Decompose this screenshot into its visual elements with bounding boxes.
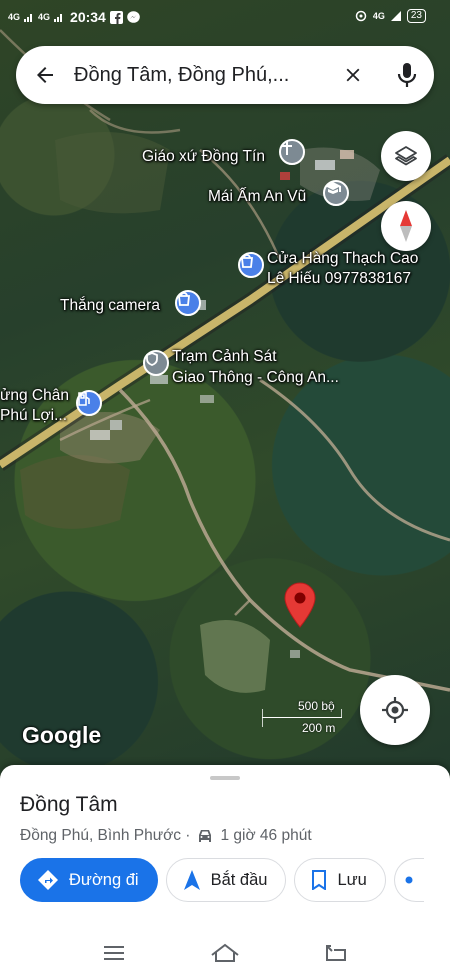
- home-icon[interactable]: [210, 943, 240, 963]
- facebook-icon: [109, 10, 123, 24]
- sheet-drag-handle[interactable]: [210, 776, 240, 780]
- my-location-icon: [382, 697, 408, 723]
- navigation-arrow-icon: [183, 870, 200, 890]
- camera-shop-label[interactable]: Thắng camera: [60, 296, 160, 316]
- place-address: Đồng Phú, Bình Phước ·: [20, 827, 191, 844]
- place-subtitle: Đồng Phú, Bình Phước · 1 giờ 46 phút: [20, 827, 312, 845]
- signal-2-label: 4G: [38, 11, 51, 22]
- directions-label: Đường đi: [69, 870, 139, 889]
- police-poi-icon[interactable]: [143, 350, 169, 376]
- signal-strength-icon: [390, 11, 401, 21]
- start-button[interactable]: Bắt đầu: [165, 858, 287, 902]
- more-actions-chip[interactable]: [393, 858, 424, 902]
- directions-button[interactable]: Đường đi: [20, 858, 158, 902]
- map-view[interactable]: Giáo xứ Đồng Tín Mái Ấm An Vũ Cửa Hàng T…: [0, 0, 450, 775]
- layers-button[interactable]: [381, 131, 431, 181]
- search-bar[interactable]: Đồng Tâm, Đồng Phú,...: [16, 46, 434, 104]
- status-bar: 4G 4G 20:34 4G 23: [0, 0, 450, 34]
- action-chips: Đường đi Bắt đầu Lưu: [20, 858, 424, 902]
- save-label: Lưu: [337, 870, 367, 889]
- system-nav-bar: [0, 930, 450, 975]
- directions-icon: [38, 870, 58, 890]
- church-label[interactable]: Giáo xứ Đồng Tín: [142, 147, 265, 167]
- school-poi-icon[interactable]: [323, 180, 349, 206]
- shop-poi-icon[interactable]: [238, 252, 264, 278]
- mic-icon[interactable]: [380, 46, 434, 104]
- network-label: 4G: [372, 10, 385, 21]
- church-poi-icon[interactable]: [279, 139, 305, 165]
- bookmark-icon: [312, 870, 327, 890]
- google-logo: Google: [22, 722, 102, 748]
- camera-shop-poi-icon[interactable]: [175, 290, 201, 316]
- back-arrow-icon[interactable]: [16, 46, 74, 104]
- signal-2-icon: [54, 14, 63, 22]
- gas-station-poi-icon[interactable]: [76, 390, 102, 416]
- back-icon[interactable]: [325, 944, 347, 962]
- compass-button[interactable]: [381, 201, 431, 251]
- car-icon: [199, 830, 212, 842]
- place-title: Đồng Tâm: [20, 793, 118, 816]
- status-time: 20:34: [70, 9, 106, 25]
- search-query[interactable]: Đồng Tâm, Đồng Phú,...: [74, 64, 326, 87]
- scale-metric-label: 200 m: [302, 721, 336, 735]
- my-location-button[interactable]: [360, 675, 430, 745]
- signal-1-icon: [24, 14, 33, 22]
- place-sheet[interactable]: Đồng Tâm Đồng Phú, Bình Phước · 1 giờ 46…: [0, 765, 450, 975]
- shop-label-line2[interactable]: Lê Hiếu 0977838167: [267, 269, 411, 289]
- gas-station-label-line2[interactable]: Phú Lợi...: [0, 406, 67, 426]
- close-icon[interactable]: [326, 46, 380, 104]
- signal-1-label: 4G: [8, 11, 21, 22]
- messenger-icon: [127, 10, 140, 23]
- battery-level: 23: [406, 9, 426, 23]
- gas-station-label-line1[interactable]: ửng Chân: [0, 386, 69, 406]
- layers-icon: [395, 146, 417, 166]
- police-label-line1[interactable]: Trạm Cảnh Sát: [172, 347, 277, 367]
- location-status-icon: [355, 10, 367, 22]
- menu-icon[interactable]: [103, 945, 125, 961]
- location-pin-icon[interactable]: [284, 582, 316, 628]
- drive-time: 1 giờ 46 phút: [220, 827, 312, 844]
- shop-label-line1[interactable]: Cửa Hàng Thạch Cao: [267, 249, 418, 269]
- compass-icon: [400, 210, 412, 242]
- school-label[interactable]: Mái Ấm An Vũ: [208, 187, 306, 207]
- save-button[interactable]: Lưu: [294, 858, 386, 902]
- police-label-line2[interactable]: Giao Thông - Công An...: [172, 368, 339, 388]
- more-dot-icon: [405, 876, 413, 884]
- start-label: Bắt đầu: [210, 870, 268, 889]
